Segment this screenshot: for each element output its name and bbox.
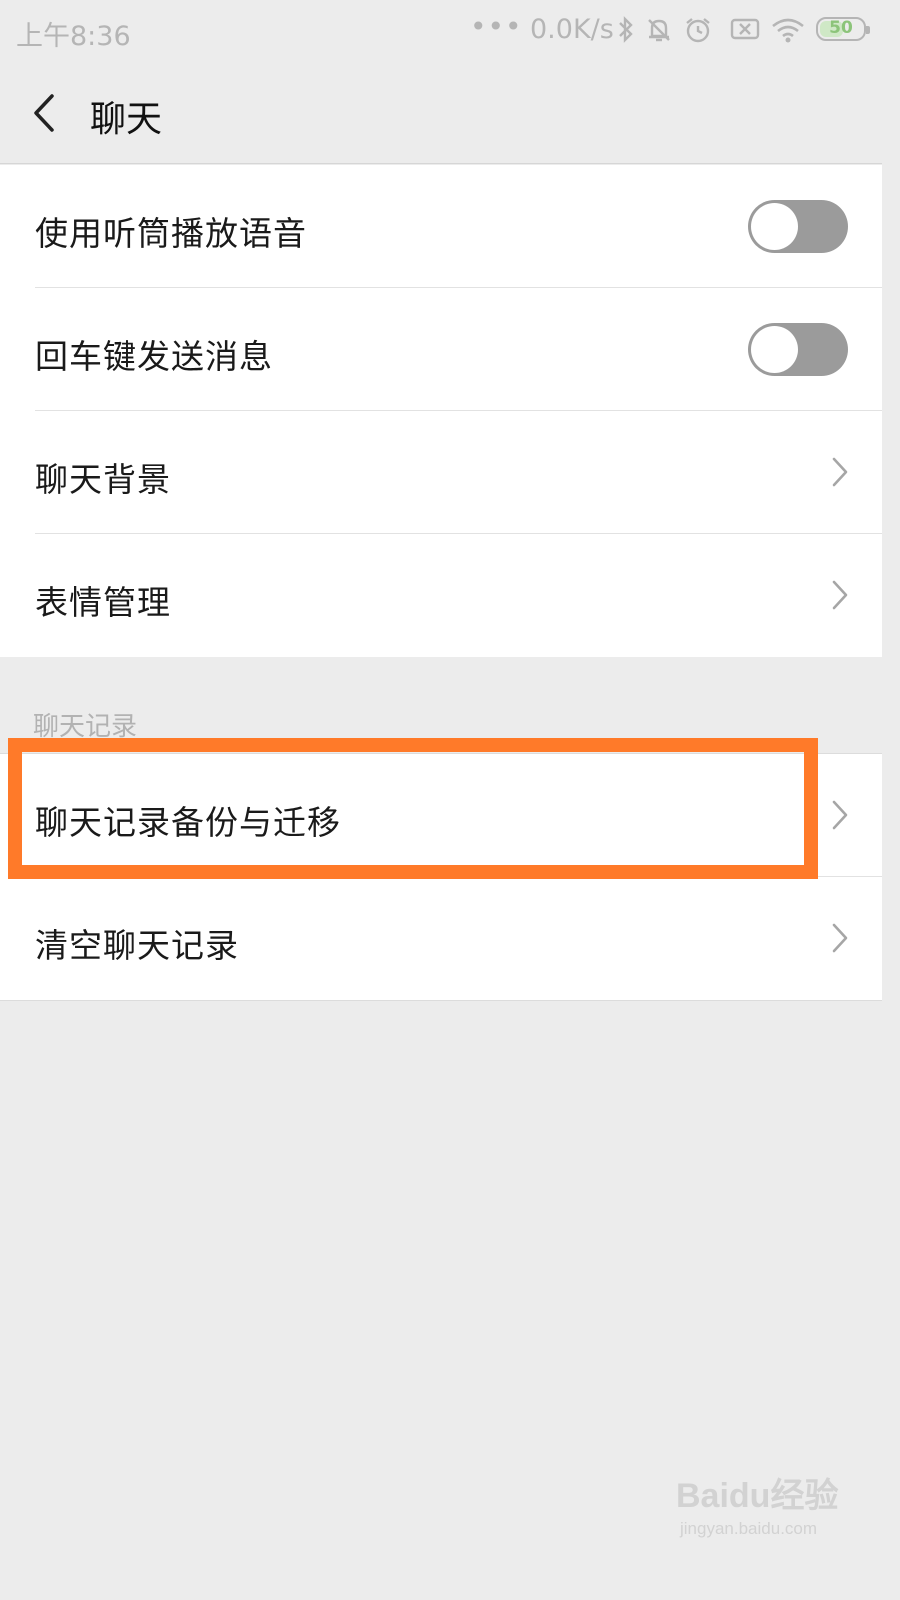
- chevron-right-icon: [832, 800, 848, 830]
- wifi-icon: [772, 18, 804, 43]
- chat-settings-group: 使用听筒播放语音 回车键发送消息 聊天背景 表情管理: [0, 165, 882, 657]
- status-time: 上午8:36: [16, 21, 131, 52]
- app-header: 聊天: [0, 62, 882, 164]
- chevron-right-icon: [832, 923, 848, 953]
- status-net-speed: 0.0K/s: [530, 14, 614, 45]
- status-more-dots: •••: [470, 10, 523, 43]
- bluetooth-icon: [619, 16, 633, 43]
- watermark-main: Baidu经验: [676, 1477, 839, 1515]
- chat-history-group: 聊天记录备份与迁移 清空聊天记录: [0, 753, 882, 1001]
- setting-row-clear-history[interactable]: 清空聊天记录: [35, 877, 882, 1000]
- toggle-knob: [751, 326, 798, 373]
- setting-label: 回车键发送消息: [35, 337, 273, 376]
- setting-row-earpiece[interactable]: 使用听筒播放语音: [35, 165, 882, 288]
- chevron-right-icon: [832, 580, 848, 610]
- setting-label: 清空聊天记录: [35, 926, 239, 965]
- setting-row-chat-background[interactable]: 聊天背景: [35, 411, 882, 534]
- setting-label: 聊天记录备份与迁移: [35, 803, 341, 842]
- mute-bell-icon: [648, 19, 670, 42]
- setting-label: 表情管理: [35, 583, 171, 622]
- setting-label: 使用听筒播放语音: [35, 214, 307, 253]
- watermark-sub: jingyan.baidu.com: [680, 1519, 818, 1538]
- sim-off-icon: [730, 18, 760, 40]
- toggle-knob: [751, 203, 798, 250]
- baidu-watermark: Baidu经验 jingyan.baidu.com: [676, 1468, 838, 1539]
- setting-row-backup-migrate[interactable]: 聊天记录备份与迁移: [35, 754, 882, 877]
- setting-row-sticker-management[interactable]: 表情管理: [35, 534, 882, 657]
- alarm-icon: [686, 18, 710, 43]
- setting-row-enter-send[interactable]: 回车键发送消息: [35, 288, 882, 411]
- battery-level: 50: [829, 18, 853, 38]
- chevron-right-icon: [832, 457, 848, 487]
- enter-send-toggle[interactable]: [748, 323, 848, 376]
- setting-label: 聊天背景: [35, 460, 171, 499]
- back-arrow-icon[interactable]: [20, 84, 70, 142]
- earpiece-toggle[interactable]: [748, 200, 848, 253]
- battery-icon: 50: [816, 17, 870, 41]
- status-bar: 上午8:36 ••• 0.0K/s 50: [0, 0, 882, 62]
- page-title: 聊天: [90, 99, 163, 140]
- section-title-chat-history: 聊天记录: [33, 712, 138, 742]
